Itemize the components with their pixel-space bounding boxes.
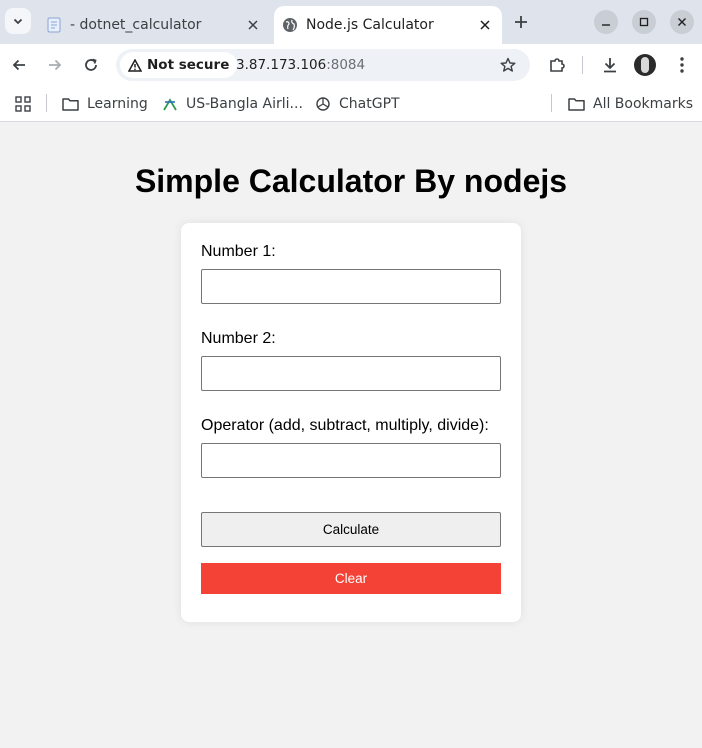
bookmarks-bar: Learning US-Bangla Airli... ChatGPT All … [0,86,702,122]
number2-input[interactable] [201,356,501,391]
bookmarks-divider [46,94,47,112]
tab-title: Node.js Calculator [306,17,434,33]
close-tab-button[interactable] [474,14,496,36]
arrow-left-icon [12,59,25,71]
chatgpt-icon [316,97,330,111]
profile-avatar[interactable] [634,54,656,76]
calculator-form: Number 1: Number 2: Operator (add, subtr… [181,223,521,622]
operator-input[interactable] [201,443,501,478]
security-label: Not secure [147,57,230,73]
globe-icon [282,17,298,33]
number1-input[interactable] [201,269,501,304]
bookmark-star-button[interactable] [498,55,518,75]
number1-label: Number 1: [201,243,276,260]
apps-button[interactable] [15,94,39,114]
download-icon [604,58,616,73]
minimize-window-button[interactable] [594,10,618,34]
star-icon [500,57,516,72]
tab-nodejs-calculator[interactable]: Node.js Calculator [274,6,502,44]
bookmark-label: ChatGPT [339,96,400,112]
warning-icon [128,58,142,72]
apps-grid-icon [15,96,31,112]
all-bookmarks-label: All Bookmarks [593,96,694,112]
maximize-icon [639,17,649,27]
folder-icon [62,98,79,111]
browser-menu-button[interactable] [670,53,694,77]
new-tab-button[interactable] [508,9,534,35]
clear-button[interactable]: Clear [201,563,501,594]
bookmark-label: US-Bangla Airli... [186,96,303,112]
security-chip[interactable]: Not secure [120,52,238,78]
folder-icon [568,98,585,111]
tab-dotnet-calculator[interactable]: - dotnet_calculator [38,6,270,44]
operator-label: Operator (add, subtract, multiply, divid… [201,417,489,434]
close-icon [248,20,258,30]
document-icon [46,17,62,33]
close-icon [480,20,490,30]
extensions-button[interactable] [545,53,569,77]
more-vertical-icon [680,57,684,73]
downloads-button[interactable] [598,53,622,77]
url-port: :8084 [326,57,366,73]
tab-title: - dotnet_calculator [70,17,202,33]
bookmark-label: Learning [87,96,148,112]
puzzle-icon [550,58,565,72]
bookmark-us-bangla[interactable]: US-Bangla Airli... [162,94,303,114]
back-button[interactable] [6,52,32,78]
browser-toolbar: Not secure 3.87.173.106:8084 [0,44,702,86]
forward-button[interactable] [42,52,68,78]
tab-strip: - dotnet_calculator Node.js Calculator [0,0,702,44]
reload-icon [85,58,97,71]
airline-icon [163,98,177,111]
bookmarks-divider [551,94,552,112]
calculate-button[interactable]: Calculate [201,512,501,547]
reload-button[interactable] [78,52,104,78]
page-title: Simple Calculator By nodejs [134,163,568,199]
toolbar-divider [582,56,583,74]
close-tab-button[interactable] [242,14,264,36]
minimize-icon [602,24,610,26]
close-window-button[interactable] [670,10,694,34]
close-icon [678,18,686,26]
maximize-window-button[interactable] [632,10,656,34]
arrow-right-icon [49,59,62,71]
url-text: 3.87.173.106:8084 [236,57,365,73]
chevron-down-icon [13,18,23,25]
all-bookmarks-button[interactable]: All Bookmarks [568,94,693,114]
plus-icon [515,16,527,28]
number2-label: Number 2: [201,330,276,347]
url-host: 3.87.173.106 [236,57,327,73]
bookmark-chatgpt[interactable]: ChatGPT [315,94,400,114]
address-bar[interactable]: Not secure 3.87.173.106:8084 [116,49,530,81]
tab-search-button[interactable] [5,8,31,34]
bookmark-learning[interactable]: Learning [62,94,148,114]
